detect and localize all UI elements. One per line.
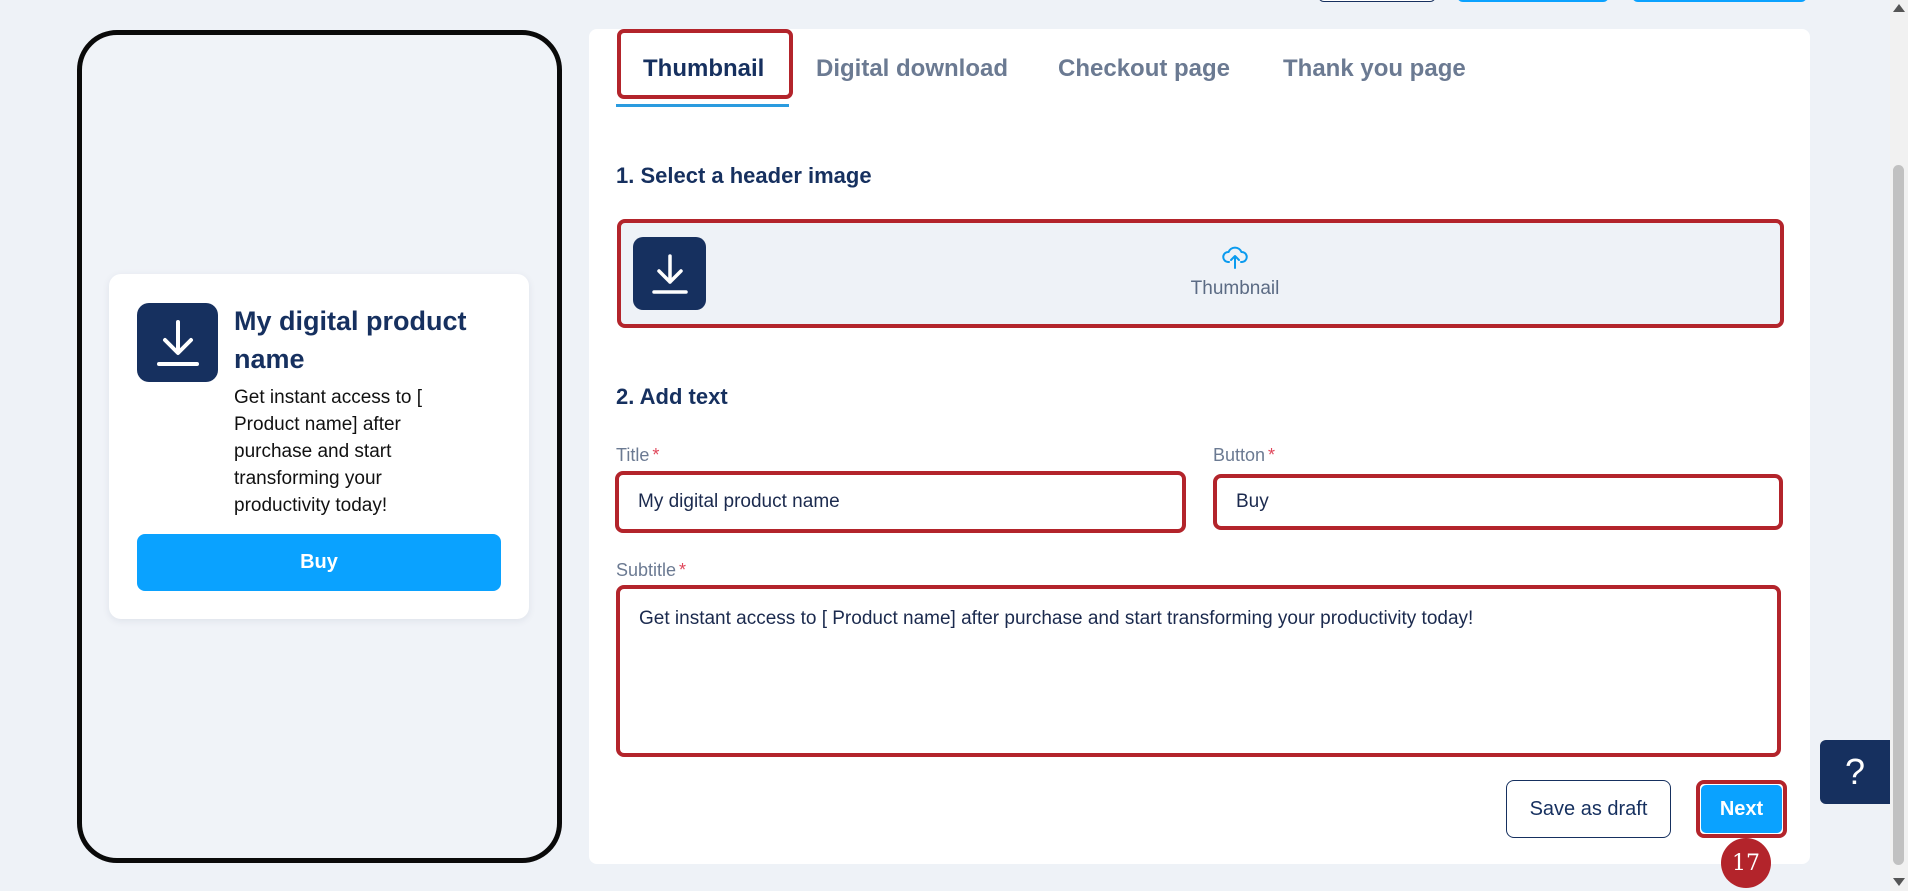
cloud-upload-icon (1222, 244, 1248, 275)
required-mark: * (679, 560, 687, 580)
tab-digital-download[interactable]: Digital download (816, 55, 1008, 83)
step-badge: 17 (1721, 838, 1771, 888)
scroll-down-arrow[interactable] (1893, 878, 1905, 886)
button-input[interactable]: Buy (1213, 474, 1783, 530)
active-tab-indicator (616, 104, 789, 107)
top-outline-button[interactable] (1318, 0, 1436, 2)
top-primary-button-2[interactable] (1632, 0, 1807, 2)
thumbnail-download-icon (633, 237, 706, 310)
preview-subtitle: Get instant access to [ Product name] af… (234, 387, 422, 516)
section-add-text: 2. Add text (616, 384, 728, 409)
preview-buy-button[interactable]: Buy (137, 534, 501, 591)
header-image-upload[interactable] (617, 219, 1784, 328)
required-mark: * (652, 445, 660, 465)
upload-label: Thumbnail (1190, 278, 1280, 299)
help-button[interactable]: ? (1820, 740, 1890, 804)
tab-thumbnail[interactable]: Thumbnail (643, 55, 764, 83)
download-icon (137, 303, 218, 382)
required-mark: * (1268, 445, 1276, 465)
scrollbar-thumb[interactable] (1893, 165, 1904, 865)
button-label: Button * (1213, 445, 1276, 465)
subtitle-label: Subtitle * (616, 560, 687, 580)
tab-thank-you-page[interactable]: Thank you page (1283, 55, 1466, 83)
top-primary-button[interactable] (1457, 0, 1609, 2)
next-button[interactable]: Next (1701, 785, 1782, 833)
preview-title: My digital product name (234, 306, 467, 374)
section-header-image: 1. Select a header image (616, 163, 872, 188)
scroll-up-arrow[interactable] (1893, 4, 1905, 12)
tab-checkout-page[interactable]: Checkout page (1058, 55, 1230, 83)
title-input[interactable]: My digital product name (615, 471, 1186, 533)
title-label: Title * (616, 445, 660, 465)
save-draft-button[interactable]: Save as draft (1506, 780, 1671, 838)
subtitle-textarea[interactable]: Get instant access to [ Product name] af… (616, 585, 1781, 757)
